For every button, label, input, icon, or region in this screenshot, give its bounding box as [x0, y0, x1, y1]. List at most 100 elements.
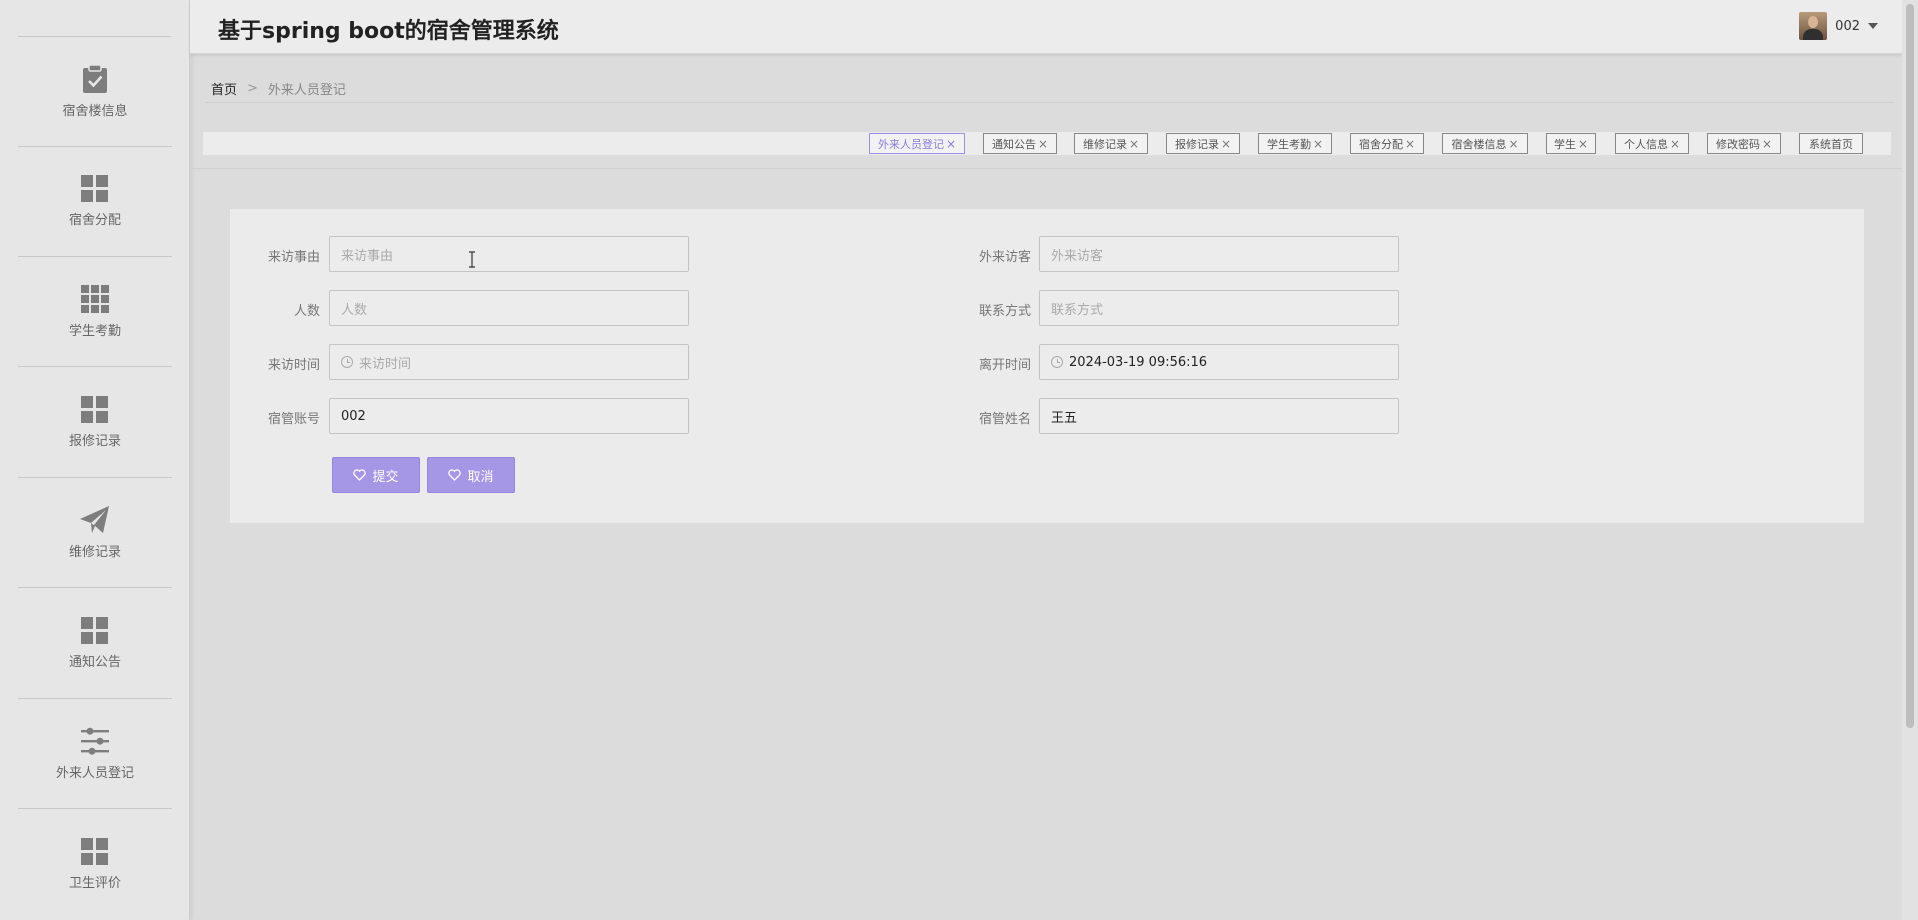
- sidebar-item-label: 卫生评价: [68, 875, 121, 891]
- sidebar-item-dorm-assignment[interactable]: 宿舍分配: [18, 147, 172, 257]
- sidebar-item-label: 维修记录: [68, 545, 121, 560]
- sidebar-item-notices[interactable]: 通知公告: [18, 589, 172, 699]
- cancel-button[interactable]: 取消: [427, 457, 515, 493]
- breadcrumb: 首页 > 外来人员登记: [211, 79, 346, 98]
- sidebar-item-label: 宿舍楼信息: [62, 104, 128, 119]
- paper-plane-icon: [80, 506, 109, 533]
- manager-name-input[interactable]: 王五: [1039, 398, 1399, 434]
- grid-nine-icon: [81, 285, 109, 313]
- visit-time-label: 来访时间: [267, 358, 320, 373]
- sidebar-item-student-attendance[interactable]: 学生考勤: [18, 257, 172, 367]
- submit-label: 提交: [372, 469, 399, 485]
- user-menu[interactable]: 002: [1799, 12, 1878, 40]
- visitor-placeholder: 外来访客: [1051, 248, 1104, 264]
- close-icon[interactable]: ×: [1313, 137, 1323, 151]
- sidebar-item-repair-requests[interactable]: 报修记录: [18, 368, 172, 478]
- tab-label: 报修记录: [1174, 137, 1219, 151]
- tab-notices[interactable]: 通知公告 ×: [983, 133, 1057, 154]
- cancel-label: 取消: [467, 469, 494, 485]
- leave-time-picker[interactable]: 2024-03-19 09:56:16: [1039, 344, 1399, 380]
- clipboard-check-icon: [83, 64, 107, 93]
- visitor-input[interactable]: 外来访客: [1039, 236, 1399, 272]
- reason-label: 来访事由: [267, 250, 320, 265]
- close-icon[interactable]: ×: [1221, 137, 1231, 151]
- reason-input[interactable]: 来访事由: [329, 236, 689, 272]
- leave-time-label: 离开时间: [978, 358, 1031, 373]
- count-placeholder: 人数: [341, 302, 368, 318]
- close-icon[interactable]: ×: [1405, 137, 1415, 151]
- leave-time-value: 2024-03-19 09:56:16: [1069, 354, 1208, 370]
- tab-student-attendance[interactable]: 学生考勤 ×: [1258, 133, 1332, 154]
- tab-label: 通知公告: [991, 137, 1036, 151]
- visit-time-picker[interactable]: 来访时间: [329, 344, 689, 380]
- count-label: 人数: [293, 304, 320, 319]
- sidebar-item-dorm-building-info[interactable]: 宿舍楼信息: [18, 37, 172, 147]
- grid-four-icon: [81, 617, 108, 644]
- visit-time-placeholder: 来访时间: [359, 356, 412, 372]
- contact-placeholder: 联系方式: [1051, 302, 1104, 318]
- tab-repair-requests[interactable]: 报修记录 ×: [1166, 133, 1240, 154]
- breadcrumb-divider: [205, 102, 1894, 103]
- manager-account-label: 宿管账号: [267, 412, 320, 427]
- visitor-label: 外来访客: [978, 250, 1031, 265]
- tab-dorm-building-info[interactable]: 宿舍楼信息 ×: [1442, 133, 1528, 154]
- sidebar-item-visitor-registration[interactable]: 外来人员登记: [18, 699, 172, 809]
- contact-input[interactable]: 联系方式: [1039, 290, 1399, 326]
- tab-label: 学生考勤: [1266, 137, 1311, 151]
- submit-button[interactable]: 提交: [332, 457, 420, 493]
- scrollbar-thumb[interactable]: [1906, 4, 1914, 728]
- heart-icon: [448, 469, 462, 481]
- grid-four-icon: [81, 175, 108, 202]
- sidebar-item-hygiene-evaluation[interactable]: 卫生评价: [18, 809, 172, 919]
- sidebar-item-label: 报修记录: [68, 434, 121, 449]
- avatar: [1799, 12, 1828, 40]
- tab-students[interactable]: 学生 ×: [1546, 133, 1596, 154]
- top-header: 基于spring boot的宿舍管理系统 002: [190, 0, 1902, 54]
- tab-label: 修改密码: [1715, 137, 1760, 151]
- sliders-icon: [81, 727, 109, 755]
- tab-visitor-registration[interactable]: 外来人员登记 ×: [869, 133, 965, 154]
- sidebar-item-label: 学生考勤: [68, 324, 121, 339]
- close-icon[interactable]: ×: [1670, 137, 1680, 151]
- grid-four-icon: [81, 396, 108, 423]
- close-icon[interactable]: ×: [946, 137, 956, 151]
- sidebar-item-label: 通知公告: [68, 655, 121, 670]
- tab-system-home[interactable]: 系统首页: [1799, 133, 1863, 154]
- count-input[interactable]: 人数: [329, 290, 689, 326]
- sidebar: 宿舍楼信息 宿舍分配 学生考勤 报修记录 维修记录 通知公告 外来人员登记 卫生…: [0, 0, 190, 920]
- sidebar-item-label: 宿舍分配: [68, 213, 121, 228]
- text-cursor-icon: [469, 251, 475, 268]
- manager-name-label: 宿管姓名: [978, 412, 1031, 427]
- page-scrollbar[interactable]: [1902, 0, 1918, 920]
- close-icon[interactable]: ×: [1129, 137, 1139, 151]
- tab-dorm-assignment[interactable]: 宿舍分配 ×: [1350, 133, 1424, 154]
- tab-label: 宿舍楼信息: [1451, 137, 1507, 151]
- breadcrumb-current: 外来人员登记: [267, 83, 346, 98]
- clock-icon: [341, 356, 353, 368]
- tab-label: 外来人员登记: [877, 137, 944, 151]
- close-icon[interactable]: ×: [1508, 137, 1518, 151]
- heart-icon: [353, 469, 367, 481]
- grid-four-icon: [81, 837, 108, 865]
- tab-label: 维修记录: [1082, 137, 1127, 151]
- sidebar-item-maintenance-records[interactable]: 维修记录: [18, 478, 172, 588]
- contact-label: 联系方式: [978, 304, 1031, 319]
- tab-label: 系统首页: [1809, 137, 1853, 151]
- tab-personal-info[interactable]: 个人信息 ×: [1615, 133, 1689, 154]
- clock-icon: [1051, 356, 1063, 368]
- caret-down-icon: [1868, 23, 1878, 29]
- breadcrumb-home-link[interactable]: 首页: [211, 79, 237, 98]
- close-icon[interactable]: ×: [1762, 137, 1772, 151]
- close-icon[interactable]: ×: [1578, 137, 1588, 151]
- manager-account-input[interactable]: 002: [329, 398, 689, 434]
- tab-label: 个人信息: [1623, 137, 1668, 151]
- tabs-divider: [190, 168, 1902, 169]
- sidebar-item-label: 外来人员登记: [55, 766, 134, 781]
- reason-placeholder: 来访事由: [341, 248, 394, 264]
- user-name: 002: [1835, 18, 1860, 34]
- tab-label: 宿舍分配: [1358, 137, 1403, 151]
- manager-name-value: 王五: [1051, 410, 1078, 426]
- close-icon[interactable]: ×: [1038, 137, 1048, 151]
- tab-maintenance-records[interactable]: 维修记录 ×: [1074, 133, 1148, 154]
- tab-change-password[interactable]: 修改密码 ×: [1707, 133, 1781, 154]
